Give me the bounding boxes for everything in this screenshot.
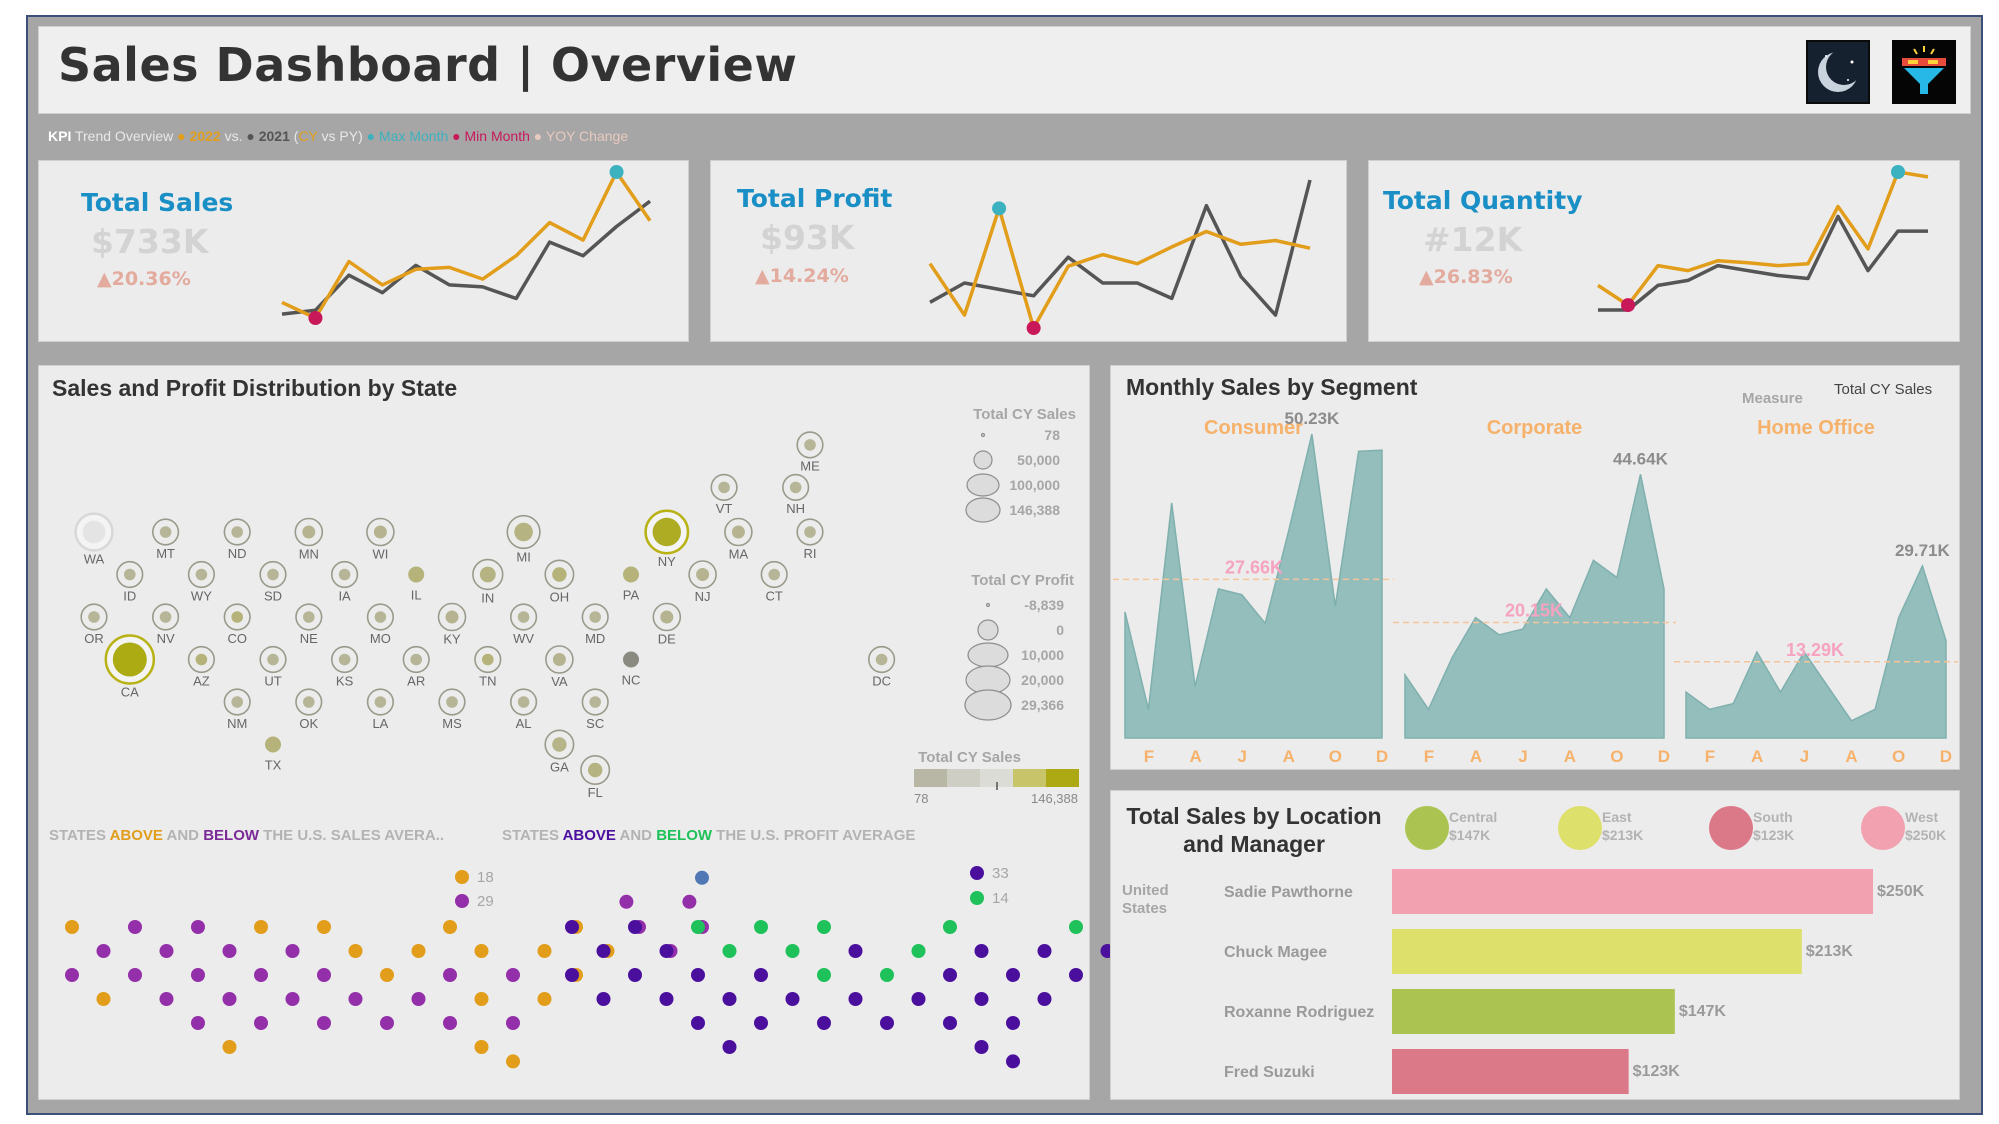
location-bar-chart: Central $147K East $213K South $123K West $250K… — [1224, 806, 1946, 1094]
region-value-central: $147K — [1449, 827, 1490, 843]
region-circle-west — [1861, 806, 1905, 850]
region-value-west: $250K — [1905, 827, 1946, 843]
manager-name-0: Sadie Pawthorne — [1224, 884, 1353, 901]
manager-bar-label-1: $213K — [1806, 943, 1854, 960]
region-name-east: East — [1602, 809, 1632, 825]
region-value-south: $123K — [1753, 827, 1794, 843]
manager-bar-3 — [1392, 1049, 1629, 1094]
manager-bar-0 — [1392, 869, 1873, 914]
region-value-east: $213K — [1602, 827, 1643, 843]
region-circle-central — [1405, 806, 1449, 850]
region-circle-south — [1709, 806, 1753, 850]
manager-bar-label-0: $250K — [1877, 883, 1925, 900]
manager-name-2: Roxanne Rodriguez — [1224, 1004, 1374, 1021]
manager-bar-2 — [1392, 989, 1675, 1034]
region-name-south: South — [1753, 809, 1793, 825]
manager-name-3: Fred Suzuki — [1224, 1064, 1315, 1081]
region-name-west: West — [1905, 809, 1939, 825]
manager-bar-label-3: $123K — [1633, 1063, 1681, 1080]
manager-bar-1 — [1392, 929, 1802, 974]
manager-name-1: Chuck Magee — [1224, 944, 1327, 961]
manager-bar-label-2: $147K — [1679, 1003, 1727, 1020]
region-name-central: Central — [1449, 809, 1497, 825]
region-circle-east — [1558, 806, 1602, 850]
